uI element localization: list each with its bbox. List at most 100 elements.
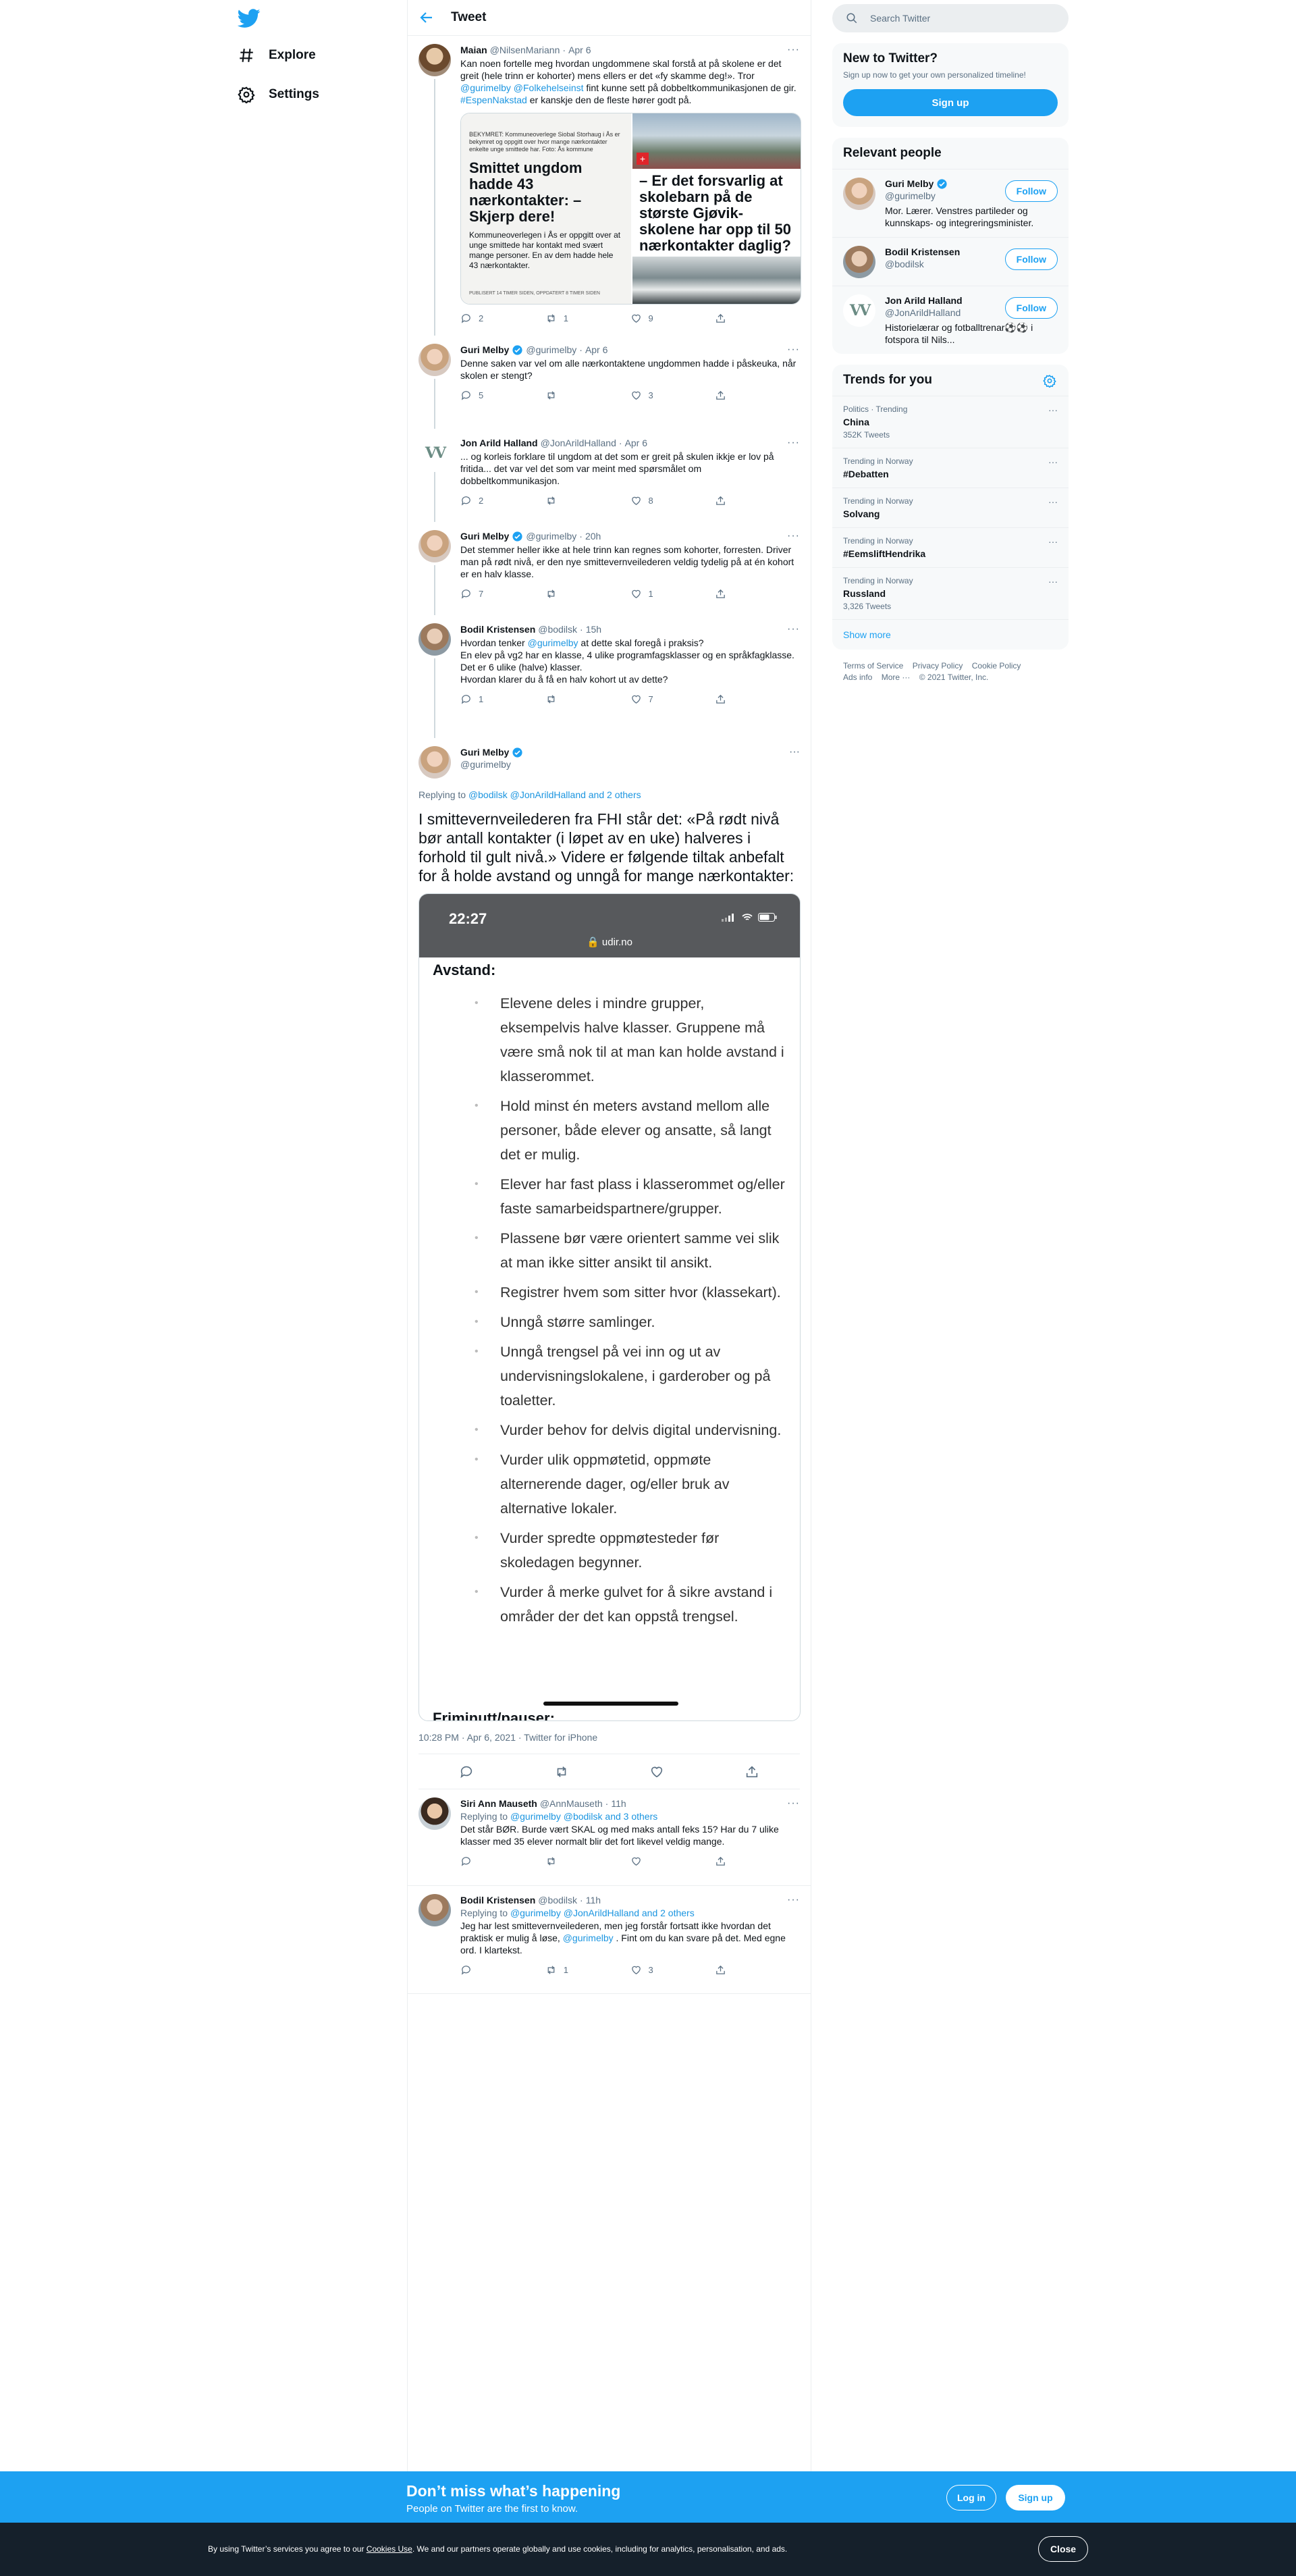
follow-button[interactable]: Follow <box>1004 248 1058 270</box>
thread-tweet[interactable]: VV ··· Jon Arild Halland @JonArildHalland… <box>408 429 811 522</box>
reply-button[interactable]: 5 <box>460 390 545 401</box>
nav-explore[interactable]: Explore <box>238 38 316 73</box>
avatar[interactable] <box>418 44 451 76</box>
reply-tweet[interactable]: ··· Bodil Kristensen @bodilsk · 11h Replyin… <box>408 1886 811 1994</box>
person-card[interactable]: Bodil Kristensen @bodilsk Follow <box>832 237 1069 286</box>
person-card[interactable]: Guri Melby @gurimelby Mor. Lærer. Venstre… <box>832 169 1069 237</box>
tweet-image[interactable]: BEKYMRET: Kommuneoverlege Siobal Storhau… <box>460 113 801 305</box>
reply-button[interactable] <box>460 1964 545 1976</box>
footer-link[interactable]: Ads info <box>843 673 872 682</box>
tweet-timestamp[interactable]: 10:28 PM · Apr 6, 2021 · Twitter for iPh… <box>418 1721 800 1754</box>
share-button[interactable] <box>715 1856 800 1867</box>
retweet-button[interactable] <box>545 390 630 401</box>
retweet-button[interactable]: 1 <box>545 1964 630 1976</box>
more-options-icon[interactable]: ··· <box>789 746 800 758</box>
thread-tweet[interactable]: ··· Guri Melby @gurimelby · Apr 6 Denne sak… <box>408 336 811 429</box>
avatar[interactable] <box>418 344 451 376</box>
search-input[interactable]: Search Twitter <box>832 4 1069 32</box>
footer-link[interactable]: Terms of Service <box>843 661 903 671</box>
author-handle[interactable]: @bodilsk <box>538 1894 577 1906</box>
more-options-icon[interactable]: ··· <box>1048 536 1058 547</box>
trend-item[interactable]: Politics · Trending China 352K Tweets ··· <box>832 396 1069 448</box>
avatar[interactable] <box>843 178 875 210</box>
more-options-icon[interactable]: ··· <box>1048 576 1058 587</box>
show-more-link[interactable]: Show more <box>832 619 1069 650</box>
avatar[interactable]: VV <box>843 294 875 327</box>
like-button[interactable]: 3 <box>630 1964 716 1976</box>
mention-link[interactable]: @gurimelby <box>563 1933 614 1943</box>
reply-icon[interactable] <box>459 1764 474 1779</box>
author-name[interactable]: Guri Melby <box>460 530 509 542</box>
trend-item[interactable]: Trending in Norway #EemsliftHendrika ··· <box>832 527 1069 567</box>
like-button[interactable] <box>630 1856 716 1867</box>
more-options-icon[interactable]: ··· <box>1048 496 1058 507</box>
tweet-date[interactable]: 11h <box>611 1797 626 1810</box>
person-name[interactable]: Guri Melby <box>885 178 934 190</box>
replying-to-links[interactable]: @bodilsk @JonArildHalland and 2 others <box>468 789 641 800</box>
mention-link[interactable]: @Folkehelseinst <box>514 82 584 93</box>
person-card[interactable]: VV Jon Arild Halland @JonArildHalland His… <box>832 286 1069 354</box>
avatar[interactable] <box>418 1797 451 1830</box>
thread-tweet[interactable]: ··· Bodil Kristensen @bodilsk · 15h Hvordan… <box>408 615 811 738</box>
share-button[interactable] <box>715 495 800 506</box>
trend-item[interactable]: Trending in Norway Solvang ··· <box>832 488 1069 527</box>
author-handle[interactable]: @gurimelby <box>460 758 800 770</box>
avatar[interactable] <box>418 1894 451 1926</box>
tweet-date[interactable]: 11h <box>586 1894 601 1906</box>
share-button[interactable] <box>715 313 800 324</box>
tweet-date[interactable]: 15h <box>586 623 601 635</box>
author-handle[interactable]: @bodilsk <box>538 623 577 635</box>
signup-button[interactable]: Sign up <box>843 89 1058 116</box>
reply-button[interactable]: 2 <box>460 313 545 324</box>
mention-link[interactable]: @gurimelby <box>528 637 578 648</box>
more-options-icon[interactable]: ··· <box>787 44 800 56</box>
avatar[interactable] <box>418 746 451 779</box>
person-name[interactable]: Bodil Kristensen <box>885 246 960 258</box>
more-options-icon[interactable]: ··· <box>1048 404 1058 415</box>
author-handle[interactable]: @gurimelby <box>526 530 576 542</box>
avatar[interactable]: VV <box>418 437 451 469</box>
avatar[interactable] <box>418 530 451 562</box>
like-button[interactable]: 7 <box>630 693 716 705</box>
like-button[interactable]: 9 <box>630 313 716 324</box>
avatar[interactable] <box>418 623 451 656</box>
follow-button[interactable]: Follow <box>1004 180 1058 202</box>
back-arrow-icon[interactable] <box>418 9 435 26</box>
footer-link[interactable]: Privacy Policy <box>913 661 963 671</box>
author-handle[interactable]: @JonArildHalland <box>541 437 616 449</box>
trend-item[interactable]: Trending in Norway Russland 3,326 Tweets ··… <box>832 567 1069 619</box>
reply-button[interactable] <box>460 1856 545 1867</box>
retweet-button[interactable] <box>545 495 630 506</box>
author-name[interactable]: Maian <box>460 44 487 56</box>
more-options-icon[interactable]: ··· <box>1048 456 1058 467</box>
tweet-date[interactable]: 20h <box>585 530 601 542</box>
nav-settings[interactable]: Settings <box>238 77 319 112</box>
retweet-button[interactable] <box>545 1856 630 1867</box>
author-name[interactable]: Guri Melby <box>460 344 509 356</box>
retweet-icon[interactable] <box>554 1764 569 1779</box>
author-name[interactable]: Jon Arild Halland <box>460 437 538 449</box>
gear-icon[interactable] <box>1043 374 1056 388</box>
author-name[interactable]: Siri Ann Mauseth <box>460 1797 537 1810</box>
author-name[interactable]: Bodil Kristensen <box>460 623 535 635</box>
retweet-button[interactable]: 1 <box>545 313 630 324</box>
share-button[interactable] <box>715 1964 800 1976</box>
author-handle[interactable]: @gurimelby <box>526 344 576 356</box>
reply-button[interactable]: 7 <box>460 588 545 600</box>
tweet-date[interactable]: Apr 6 <box>568 44 591 56</box>
more-options-icon[interactable]: ··· <box>787 530 800 542</box>
share-button[interactable] <box>715 588 800 600</box>
reply-button[interactable]: 1 <box>460 693 545 705</box>
tweet-date[interactable]: Apr 6 <box>625 437 647 449</box>
like-button[interactable]: 1 <box>630 588 716 600</box>
like-button[interactable]: 3 <box>630 390 716 401</box>
more-options-icon[interactable]: ··· <box>787 1894 800 1906</box>
share-icon[interactable] <box>745 1764 759 1779</box>
footer-link[interactable]: More ··· <box>882 673 911 682</box>
more-options-icon[interactable]: ··· <box>787 344 800 356</box>
replying-to-links[interactable]: @gurimelby @bodilsk and 3 others <box>510 1811 657 1822</box>
signup-button[interactable]: Sign up <box>1006 2485 1065 2511</box>
more-options-icon[interactable]: ··· <box>787 1797 800 1810</box>
footer-link[interactable]: Cookie Policy <box>972 661 1021 671</box>
replying-to-links[interactable]: @gurimelby @JonArildHalland and 2 others <box>510 1908 695 1918</box>
